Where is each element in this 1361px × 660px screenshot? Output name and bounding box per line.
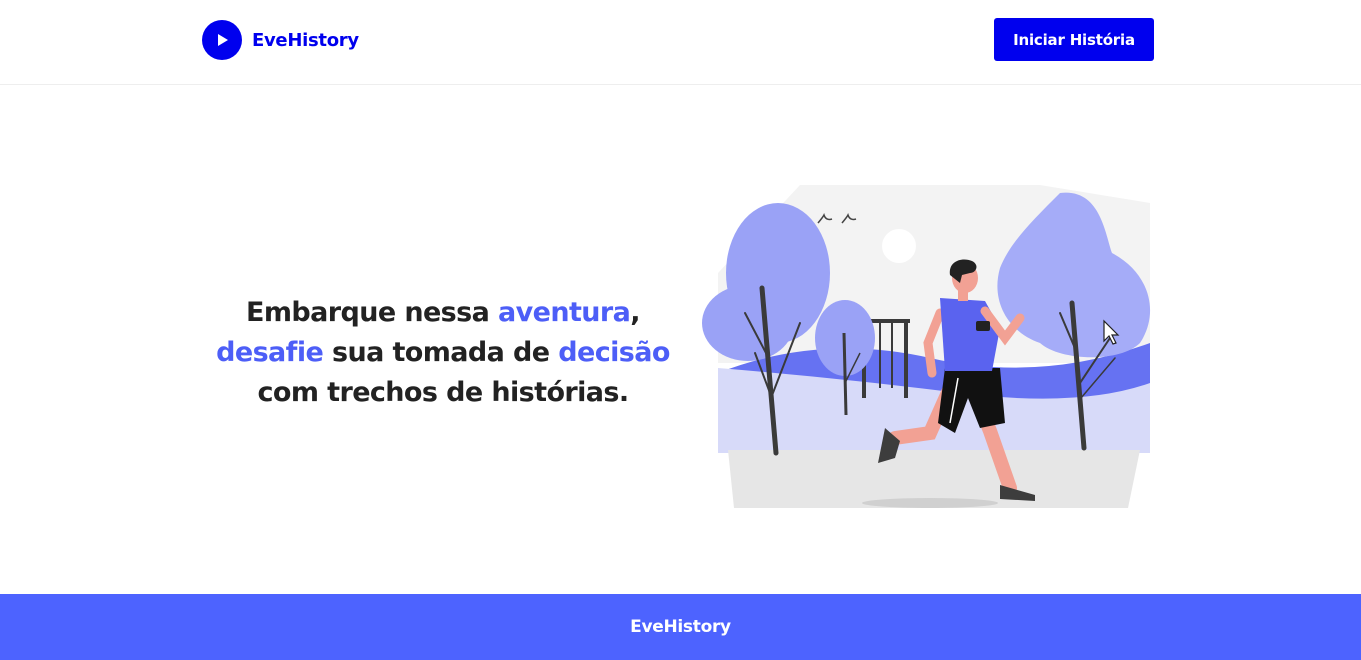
runner-in-park-illustration (702, 185, 1151, 508)
hero-text-part: , (630, 297, 640, 328)
footer-brand: EveHistory (630, 617, 731, 637)
hero-highlight-desafie: desafie (216, 337, 324, 368)
hero-highlight-decisao: decisão (558, 337, 670, 368)
brand-logo[interactable]: EveHistory (202, 20, 359, 60)
site-header: EveHistory Iniciar História (0, 0, 1361, 85)
runner-armband (976, 321, 990, 331)
hero-heading: Embarque nessa aventura, desafie sua toma… (196, 293, 690, 413)
hero-text-part: sua tomada de (323, 337, 559, 368)
play-icon (202, 20, 242, 60)
sun (882, 229, 916, 263)
runner-shadow (862, 498, 998, 508)
hero-text-part: Embarque nessa (246, 297, 499, 328)
start-story-button[interactable]: Iniciar História (994, 18, 1154, 61)
brand-name: EveHistory (252, 29, 359, 51)
hero-highlight-aventura: aventura (498, 297, 631, 328)
hero-text-part: com trechos de histórias. (257, 377, 629, 408)
left-tree-crown (702, 285, 794, 361)
site-footer: EveHistory (0, 594, 1361, 660)
